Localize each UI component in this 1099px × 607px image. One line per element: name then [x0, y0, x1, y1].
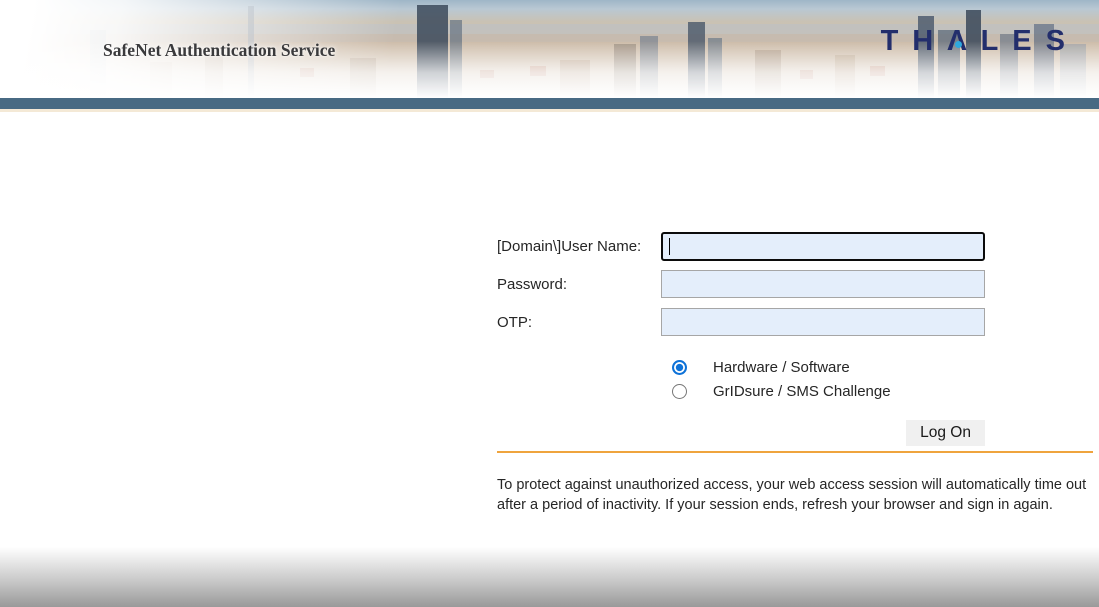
username-input[interactable]: [661, 232, 985, 261]
auth-option-1[interactable]: GrIDsure / SMS Challenge: [672, 379, 1093, 403]
page: SafeNet Authentication Service THΛLES [D…: [0, 0, 1099, 607]
otp-label: OTP:: [497, 314, 661, 331]
login-panel: [Domain\]User Name: Password: OTP: Hardw…: [497, 232, 1093, 515]
header-divider-accent: [0, 109, 1099, 112]
auth-option-0-label: Hardware / Software: [713, 359, 850, 376]
form-divider-rule: [497, 451, 1093, 453]
auth-option-0[interactable]: Hardware / Software: [672, 355, 1093, 379]
thales-logo: THΛLES: [881, 27, 1079, 56]
thales-logo-a: Λ: [947, 27, 980, 56]
username-label: [Domain\]User Name:: [497, 238, 661, 255]
session-timeout-notice: To protect against unauthorized access, …: [497, 475, 1093, 515]
auth-method-group: Hardware / Software GrIDsure / SMS Chall…: [497, 355, 1093, 403]
password-label: Password:: [497, 276, 661, 293]
otp-input[interactable]: [661, 308, 985, 336]
password-row: Password:: [497, 270, 1093, 298]
auth-option-1-label: GrIDsure / SMS Challenge: [713, 383, 891, 400]
header-banner: SafeNet Authentication Service THΛLES: [0, 0, 1099, 98]
header-divider-bar: [0, 98, 1099, 109]
auth-option-1-radio[interactable]: [672, 384, 687, 399]
otp-row: OTP:: [497, 308, 1093, 336]
thales-logo-right: LES: [981, 25, 1079, 57]
username-row: [Domain\]User Name:: [497, 232, 1093, 261]
text-caret: [669, 238, 670, 255]
submit-row: Log On: [497, 420, 985, 446]
product-title: SafeNet Authentication Service: [103, 40, 335, 61]
auth-option-0-radio[interactable]: [672, 360, 687, 375]
log-on-button[interactable]: Log On: [906, 420, 985, 446]
password-input[interactable]: [661, 270, 985, 298]
thales-logo-left: TH: [881, 25, 948, 57]
username-input-wrap: [661, 232, 985, 261]
footer-gradient: [0, 547, 1099, 607]
